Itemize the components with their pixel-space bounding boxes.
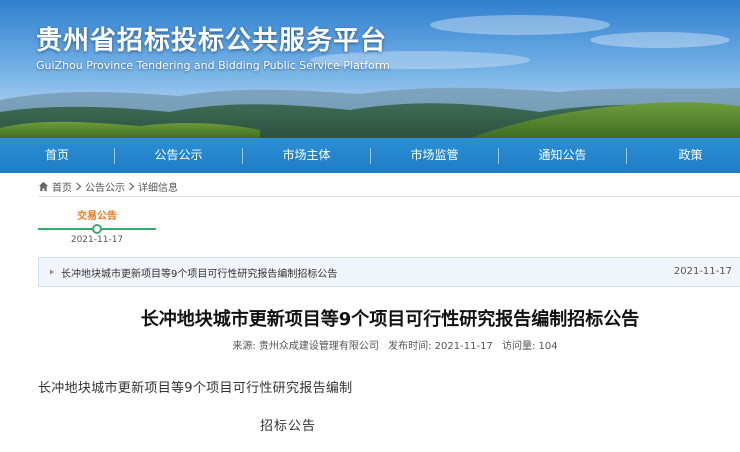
triangle-right-icon xyxy=(50,269,54,275)
notice-list-item[interactable]: 长冲地块城市更新项目等9个项目可行性研究报告编制招标公告 2021-11-17 xyxy=(38,257,740,287)
article-publish-time: 发布时间: 2021-11-17 xyxy=(388,341,493,352)
breadcrumb-section-link[interactable]: 公告公示 xyxy=(85,179,125,194)
article-body-line: 招标公告 xyxy=(260,419,317,434)
breadcrumb-divider xyxy=(38,196,740,197)
nav-item-policy[interactable]: 政策 xyxy=(627,138,740,173)
site-title: 贵州省招标投标公共服务平台 xyxy=(36,26,388,56)
article-meta: 来源: 贵州众成建设管理有限公司 发布时间: 2021-11-17 访问量: 1… xyxy=(0,337,740,352)
page: 贵州省招标投标公共服务平台 GuiZhou Province Tendering… xyxy=(0,0,740,452)
main-nav: 首页 公告公示 市场主体 市场监管 通知公告 政策 xyxy=(0,138,740,173)
article-views: 访问量: 104 xyxy=(501,341,558,352)
breadcrumb-home-link[interactable]: 首页 xyxy=(52,179,72,194)
chevron-right-icon xyxy=(76,181,82,191)
timeline-stage-date: 2021-11-17 xyxy=(70,235,124,245)
transaction-timeline: 交易公告 2021-11-17 xyxy=(38,204,158,250)
site-subtitle: GuiZhou Province Tendering and Bidding P… xyxy=(36,59,390,72)
nav-item-home[interactable]: 首页 xyxy=(0,138,114,173)
timeline-node[interactable] xyxy=(92,224,102,234)
header-banner: 贵州省招标投标公共服务平台 GuiZhou Province Tendering… xyxy=(0,0,740,138)
breadcrumb-current: 详细信息 xyxy=(138,182,178,194)
notice-title-link[interactable]: 长冲地块城市更新项目等9个项目可行性研究报告编制招标公告 xyxy=(61,265,337,280)
notice-date: 2021-11-17 xyxy=(673,266,732,277)
article-source: 来源: 贵州众成建设管理有限公司 xyxy=(232,341,379,352)
chevron-right-icon xyxy=(129,181,135,191)
timeline-stage-label[interactable]: 交易公告 xyxy=(38,207,156,222)
nav-item-announcements[interactable]: 公告公示 xyxy=(115,138,242,173)
nav-item-market-supervision[interactable]: 市场监管 xyxy=(371,138,498,173)
breadcrumb: 首页 公告公示 详细信息 xyxy=(38,178,178,194)
nav-item-notices[interactable]: 通知公告 xyxy=(499,138,626,173)
article-title: 长冲地块城市更新项目等9个项目可行性研究报告编制招标公告 xyxy=(140,309,640,330)
home-icon xyxy=(38,181,49,191)
nav-item-market-entities[interactable]: 市场主体 xyxy=(243,138,370,173)
article-body-line: 长冲地块城市更新项目等9个项目可行性研究报告编制 xyxy=(38,381,353,396)
